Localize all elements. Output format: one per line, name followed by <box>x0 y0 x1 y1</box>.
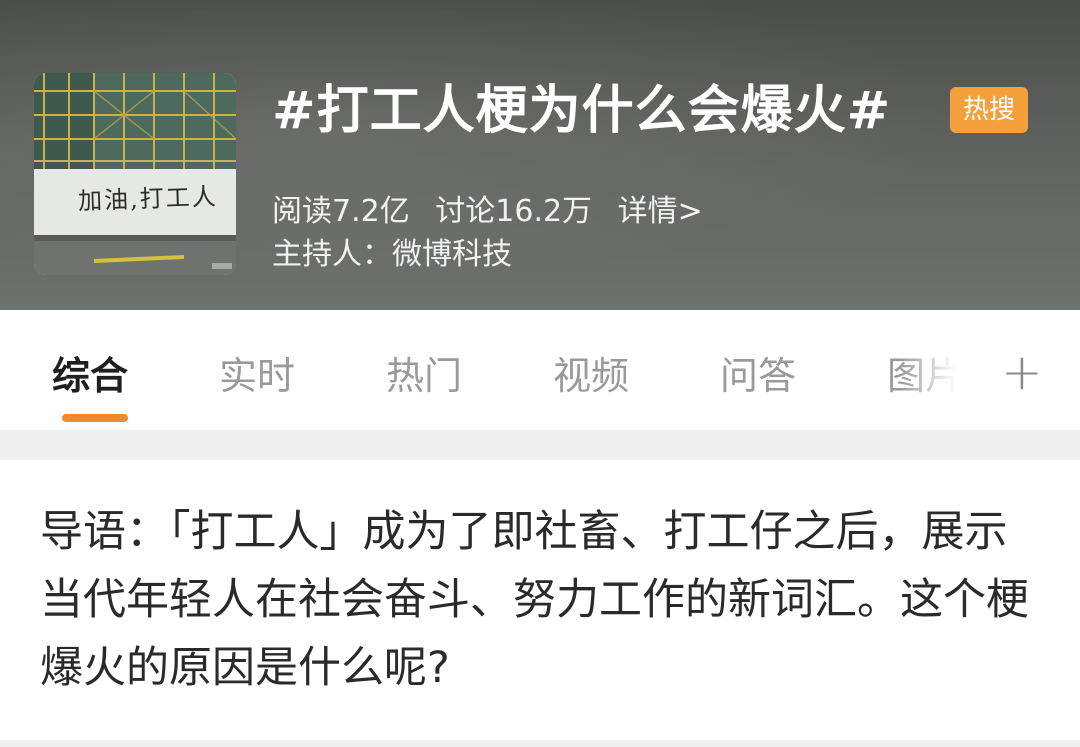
read-count: 阅读7.2亿 <box>272 194 410 229</box>
active-tab-indicator <box>62 414 128 422</box>
topic-stats: 阅读7.2亿 讨论16.2万 详情> <box>272 190 719 234</box>
tab-comprehensive[interactable]: 综合 <box>52 348 128 404</box>
hot-search-badge: 热搜 <box>950 87 1028 133</box>
discussion-count: 讨论16.2万 <box>435 194 593 229</box>
tab-realtime[interactable]: 实时 <box>219 348 295 404</box>
bottom-divider <box>0 740 1080 747</box>
topic-header: 加油,打工人 #打工人梗为什么会爆火# 热搜 阅读7.2亿 讨论16.2万 详情… <box>0 0 1080 310</box>
topic-title: #打工人梗为什么会爆火# <box>272 81 892 141</box>
topic-cover-image[interactable]: 加油,打工人 <box>34 73 236 275</box>
tab-qa[interactable]: 问答 <box>720 348 796 404</box>
add-tab-button[interactable]: + <box>990 340 1054 404</box>
topic-guide-card: 导语：「打工人」成为了即社畜、打工仔之后，展示当代年轻人在社会奋斗、努力工作的新… <box>0 460 1080 740</box>
details-link[interactable]: 详情> <box>618 194 703 229</box>
cover-graffiti-text: 加油,打工人 <box>77 182 219 216</box>
tab-overflow-fade <box>900 310 980 420</box>
topic-host[interactable]: 主持人：微博科技 <box>272 233 512 277</box>
tab-video[interactable]: 视频 <box>553 348 629 404</box>
topic-guide-text: 导语：「打工人」成为了即社畜、打工仔之后，展示当代年轻人在社会奋斗、努力工作的新… <box>40 507 1029 693</box>
tab-hot[interactable]: 热门 <box>386 348 462 404</box>
section-divider <box>0 430 1080 460</box>
